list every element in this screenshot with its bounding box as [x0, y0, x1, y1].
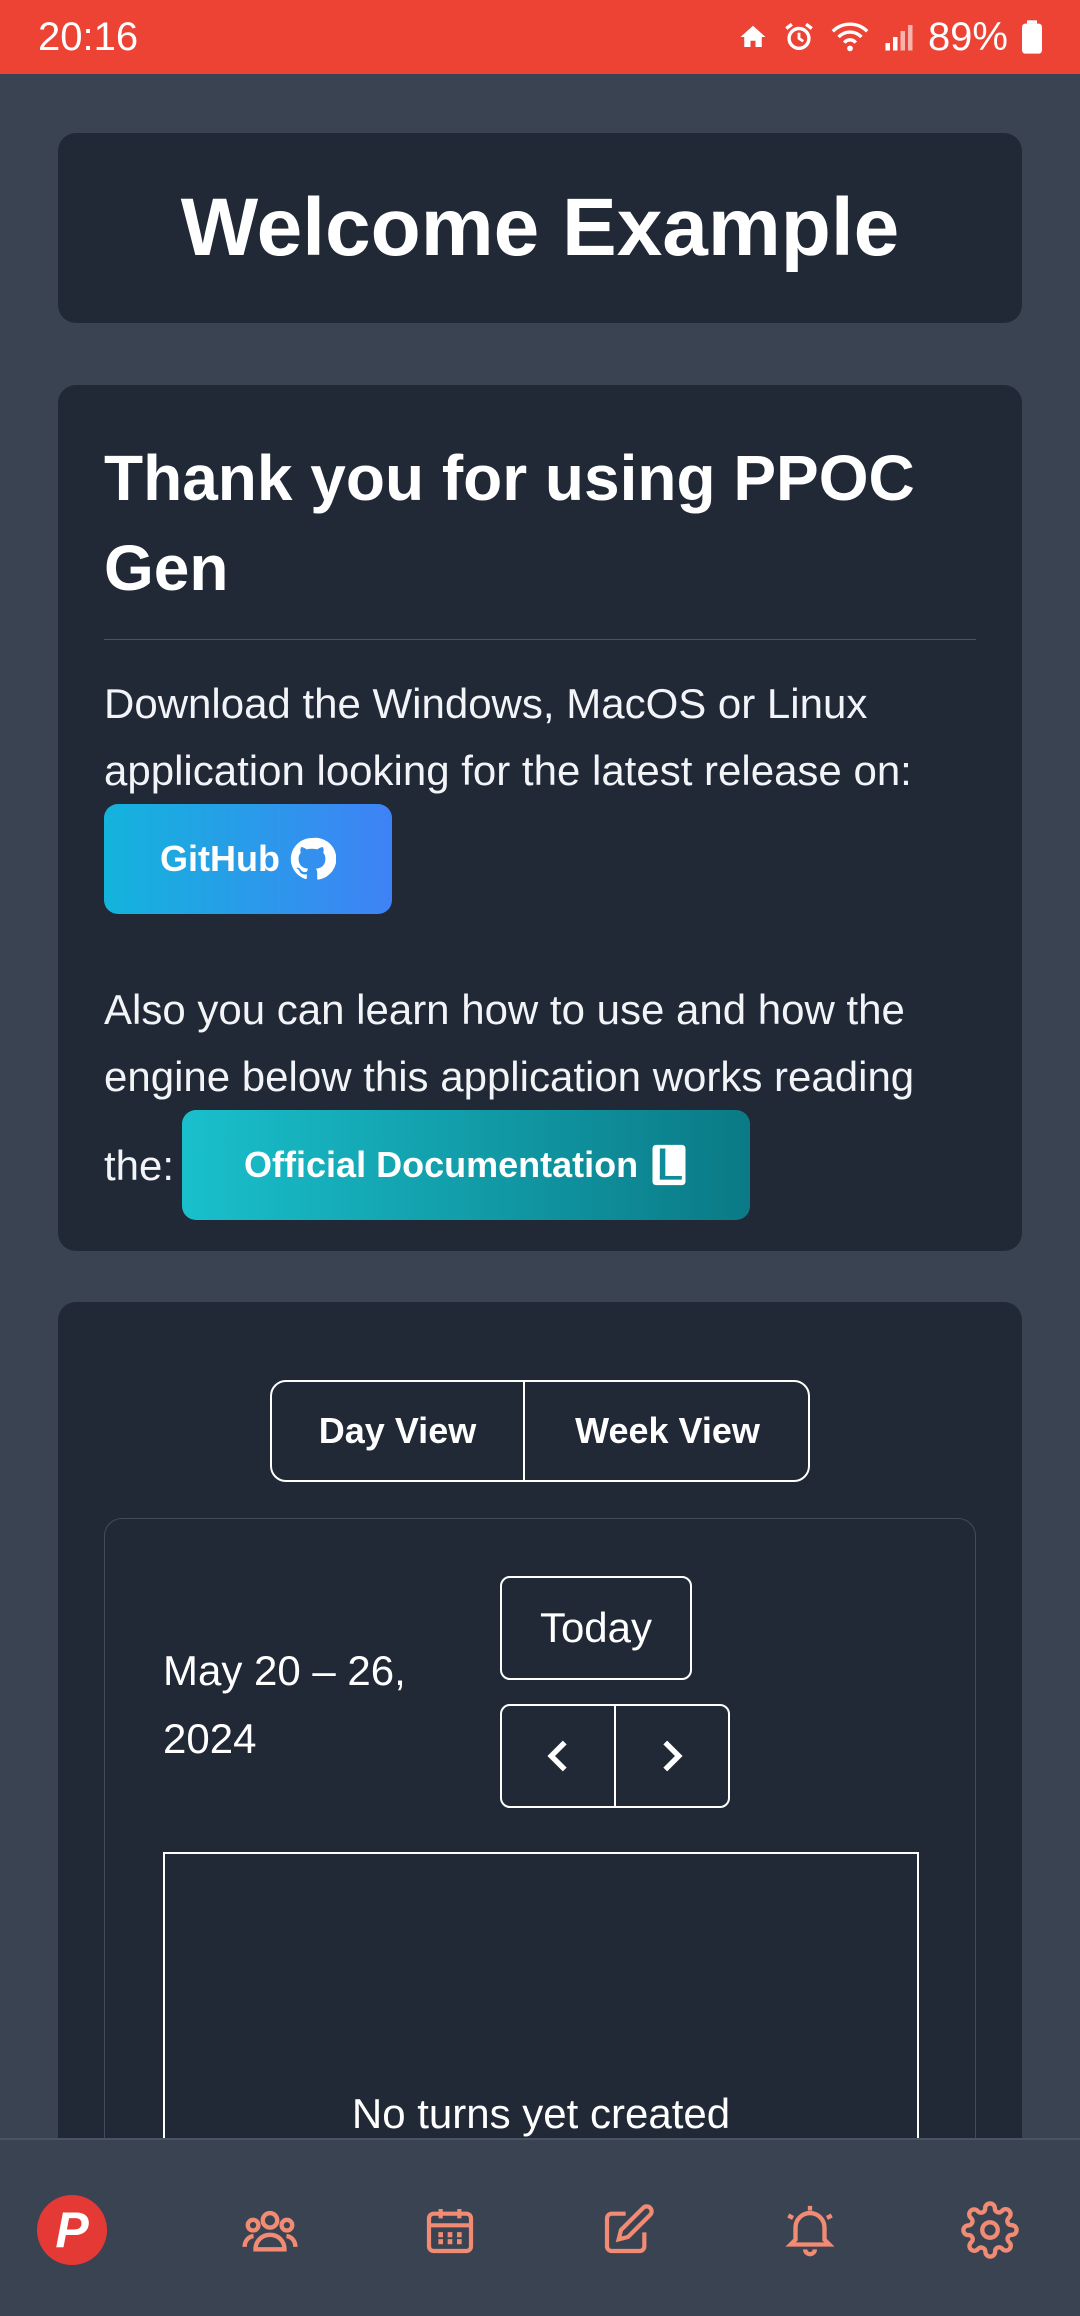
download-text: Download the Windows, MacOS or Linux app…	[104, 680, 912, 794]
info-title: Thank you for using PPOC Gen	[104, 442, 915, 604]
people-icon	[242, 2210, 298, 2252]
empty-message: No turns yet created	[351, 2090, 731, 2137]
chevron-right-icon	[663, 1740, 683, 1772]
github-icon	[290, 837, 336, 880]
docs-line: the: Official Documentation	[104, 1110, 976, 1220]
nav-edit[interactable]	[590, 2192, 666, 2268]
nav-settings[interactable]	[952, 2192, 1028, 2268]
divider	[104, 639, 976, 640]
calendar-icon	[426, 2209, 474, 2254]
info-card: Thank you for using PPOC Gen Download th…	[58, 385, 1022, 1251]
docs-prefix: the:	[104, 1141, 175, 1189]
battery-icon	[1022, 20, 1042, 54]
page-title: Welcome Example	[180, 182, 900, 273]
nav-calendar[interactable]	[412, 2192, 488, 2268]
github-button-label: GitHub	[160, 838, 280, 879]
calendar-panel: May 20 – 26, 2024 Today No turns yet cre…	[104, 1518, 976, 2138]
alarm-icon	[785, 22, 813, 51]
docs-text: Also you can learn how to use and how th…	[104, 986, 915, 1100]
nav-people[interactable]	[232, 2192, 308, 2268]
settings-icon	[961, 2201, 1019, 2259]
battery-percent: 89%	[927, 14, 1008, 59]
status-time: 20:16	[38, 14, 139, 59]
next-button[interactable]	[616, 1706, 728, 1806]
edit-icon	[604, 2204, 654, 2254]
day-view-button[interactable]: Day View	[272, 1382, 525, 1480]
app-logo: P	[37, 2195, 107, 2265]
documentation-button[interactable]: Official Documentation	[182, 1110, 751, 1220]
today-button[interactable]: Today	[500, 1576, 692, 1680]
wifi-icon	[831, 22, 869, 52]
bell-icon	[785, 2205, 835, 2257]
welcome-card: Welcome Example	[58, 133, 1022, 323]
date-range: May 20 – 26, 2024	[163, 1647, 406, 1762]
github-button[interactable]: GitHub	[104, 804, 392, 914]
main-scroll[interactable]: Welcome Example Thank you for using PPOC…	[0, 74, 1080, 2138]
previous-button[interactable]	[502, 1706, 616, 1806]
home-icon	[740, 25, 766, 47]
week-view-button[interactable]: Week View	[525, 1382, 808, 1480]
book-icon	[652, 1144, 686, 1186]
nav-home[interactable]: P	[34, 2192, 110, 2268]
status-icons: 89%	[738, 15, 1042, 60]
calendar-card: Day View Week View May 20 – 26, 2024 Tod…	[58, 1302, 1022, 2138]
events-list: No turns yet created	[163, 1852, 919, 2138]
nav-notifications[interactable]	[772, 2192, 848, 2268]
status-bar: 20:16 89%	[0, 0, 1080, 74]
signal-icon	[885, 25, 913, 51]
view-toggle: Day View Week View	[270, 1380, 810, 1482]
bottom-nav: P	[0, 2138, 1080, 2316]
documentation-button-label: Official Documentation	[244, 1144, 639, 1185]
chevron-left-icon	[547, 1740, 567, 1772]
week-nav-group	[500, 1704, 730, 1808]
